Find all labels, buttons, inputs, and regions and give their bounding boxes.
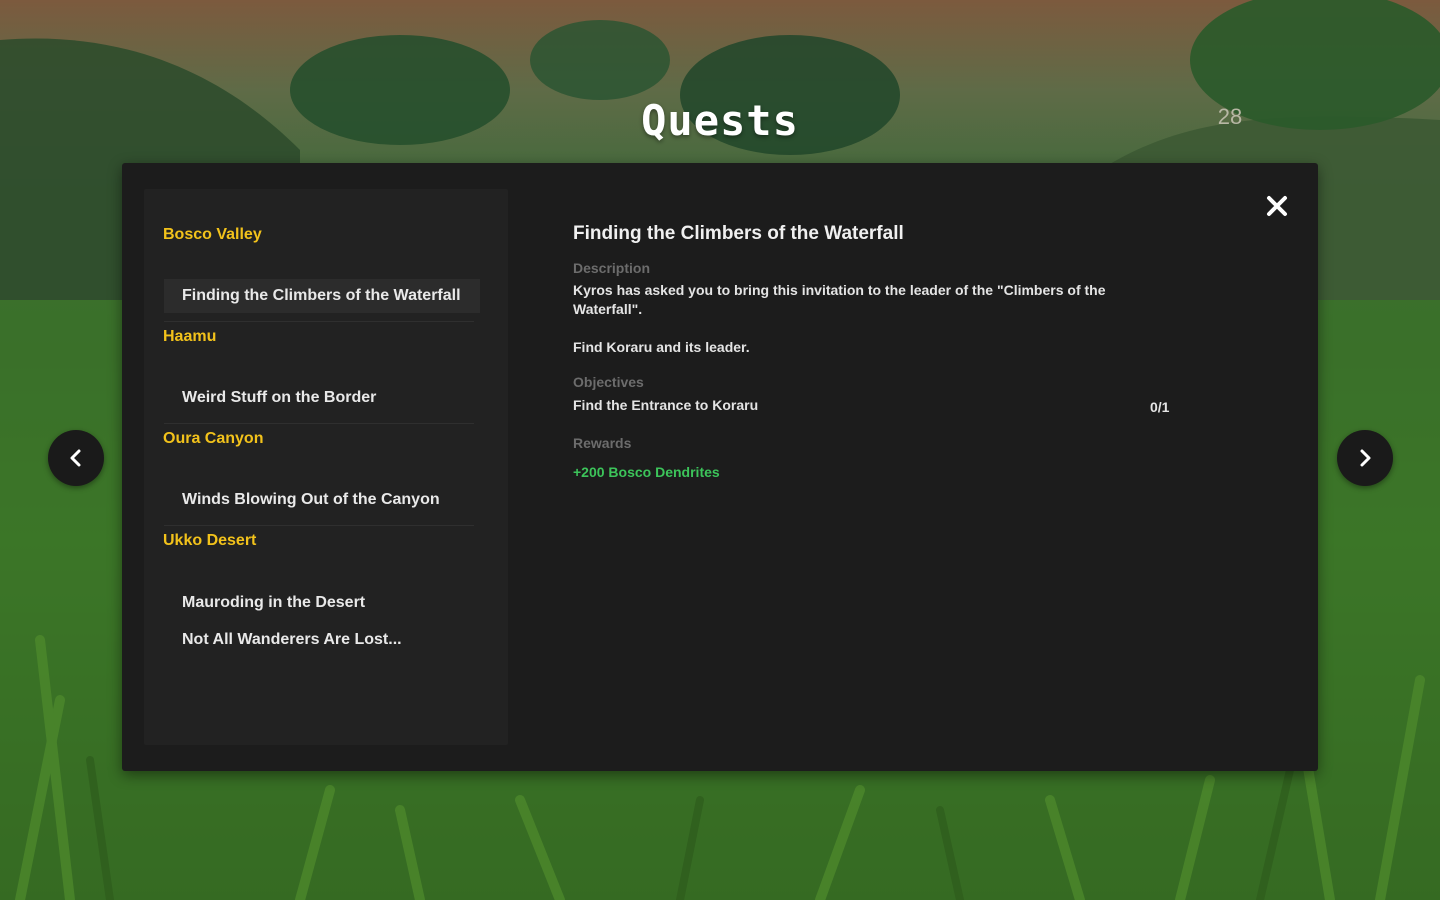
divider [164, 423, 474, 424]
chevron-right-icon [1360, 449, 1371, 467]
description-label: Description [573, 260, 651, 276]
region-heading-ukko-desert: Ukko Desert [163, 532, 257, 549]
quest-list: Bosco Valley Finding the Climbers of the… [144, 189, 508, 745]
quest-item-selected[interactable]: Finding the Climbers of the Waterfall [164, 279, 480, 313]
reward-value: +200 Bosco Dendrites [573, 464, 720, 480]
close-button[interactable] [1260, 189, 1294, 223]
description-line-2: Waterfall". [573, 301, 643, 317]
description-extra: Find Koraru and its leader. [573, 339, 750, 355]
quest-panel: Bosco Valley Finding the Climbers of the… [122, 163, 1318, 771]
divider [164, 321, 474, 322]
rewards-label: Rewards [573, 435, 632, 451]
quest-detail-title: Finding the Climbers of the Waterfall [573, 223, 904, 244]
chevron-left-icon [70, 449, 81, 467]
page-title: Quests [641, 96, 799, 145]
quest-item[interactable]: Winds Blowing Out of the Canyon [164, 483, 480, 517]
region-heading-oura-canyon: Oura Canyon [163, 430, 264, 447]
region-heading-bosco-valley: Bosco Valley [163, 226, 262, 243]
objectives-label: Objectives [573, 374, 644, 390]
quest-item[interactable]: Weird Stuff on the Border [164, 381, 480, 415]
quest-item[interactable]: Mauroding in the Desert [164, 586, 480, 620]
region-heading-haamu: Haamu [163, 328, 217, 345]
objective-text: Find the Entrance to Koraru [573, 397, 759, 413]
previous-page-button[interactable] [48, 430, 104, 486]
description-line-1: Kyros has asked you to bring this invita… [573, 282, 1106, 298]
next-page-button[interactable] [1337, 430, 1393, 486]
divider [164, 525, 474, 526]
objective-progress: 0/1 [1150, 399, 1170, 415]
quest-item[interactable]: Not All Wanderers Are Lost... [164, 623, 480, 657]
close-icon [1267, 196, 1287, 216]
quest-counter: 28 [1217, 104, 1243, 129]
